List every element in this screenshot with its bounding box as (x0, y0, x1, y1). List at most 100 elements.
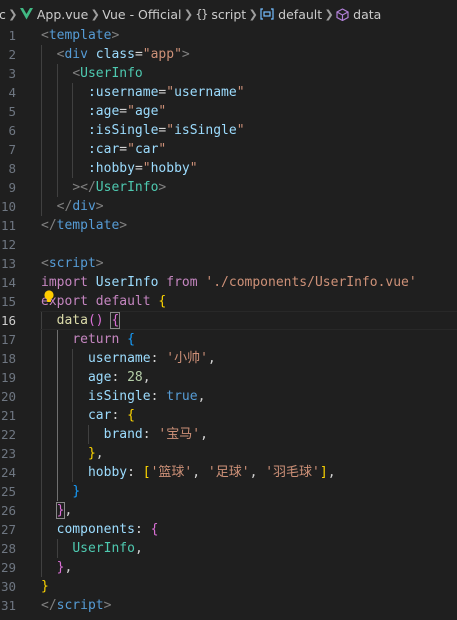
code-text: UserInfo, (41, 539, 142, 558)
code-line[interactable]: 3 <UserInfo (0, 64, 457, 83)
breadcrumb-file[interactable]: App.vue (19, 0, 88, 28)
code-line[interactable]: 28 UserInfo, (0, 539, 457, 558)
code-line[interactable]: 19 age: 28, (0, 368, 457, 387)
line-number: 11 (0, 218, 16, 233)
code-line[interactable]: 5 :age="age" (0, 102, 457, 121)
code-line[interactable]: 22 brand: '宝马', (0, 425, 457, 444)
code-editor[interactable]: c ❯ App.vue ❯ Vue - Official ❯ {} script… (0, 0, 457, 620)
code-token: UserInfo (95, 275, 159, 290)
code-token: } (72, 484, 81, 499)
code-line[interactable]: 26 }, (0, 501, 457, 520)
code-token: './components/UserInfo.vue' (205, 275, 417, 290)
code-line[interactable]: 18 username: '小帅', (0, 349, 457, 368)
line-number: 5 (8, 104, 16, 119)
code-token: hobby (87, 465, 128, 480)
line-number: 8 (8, 161, 16, 176)
code-text: } (41, 577, 49, 596)
code-text: :age="age" (41, 102, 166, 121)
code-line[interactable]: 17 return { (0, 330, 457, 349)
code-token: , (95, 446, 104, 461)
breadcrumb-script[interactable]: {} script (195, 0, 246, 28)
line-number: 17 (0, 332, 16, 347)
code-line[interactable]: 15 export default { (0, 289, 457, 311)
code-text: isSingle: true, (41, 387, 205, 406)
code-text: data() { (41, 311, 121, 330)
code-line[interactable]: 20 isSingle: true, (0, 387, 457, 406)
line-number: 1 (8, 28, 16, 43)
code-token: > (158, 180, 167, 195)
code-token: { (127, 408, 135, 423)
code-line[interactable]: 29 }, (0, 558, 457, 577)
code-line[interactable]: 25 } (0, 482, 457, 501)
code-token: " (127, 142, 135, 157)
code-token: : (134, 522, 151, 537)
code-text: username: '小帅', (41, 349, 216, 368)
code-line[interactable]: 30} (0, 577, 457, 596)
code-line[interactable]: 14 import UserInfo from './components/Use… (0, 273, 457, 292)
code-line[interactable]: 24 hobby: ['篮球', '足球', '羽毛球'], (0, 463, 457, 482)
code-token: " (236, 123, 245, 138)
code-token: class (95, 47, 135, 62)
code-token: [ (142, 465, 151, 480)
code-line[interactable]: 27 components: { (0, 520, 457, 539)
breadcrumb-default-export[interactable]: default (260, 0, 322, 28)
code-text: }, (41, 444, 104, 463)
code-line[interactable]: 6 :isSingle="isSingle" (0, 121, 457, 140)
code-token: , (64, 503, 73, 518)
code-line[interactable]: 4 :username="username" (0, 83, 457, 102)
breadcrumb-script-label: script (211, 6, 247, 22)
code-line[interactable]: 7 :car="car" (0, 140, 457, 159)
code-line[interactable]: 2 <div class="app"> (0, 45, 457, 64)
code-token: : (111, 370, 128, 385)
line-number: 19 (0, 370, 16, 385)
code-text: ></UserInfo> (41, 178, 166, 197)
code-line[interactable]: 23 }, (0, 444, 457, 463)
lightbulb-icon[interactable] (42, 289, 56, 303)
code-text: hobby: ['篮球', '足球', '羽毛球'], (41, 463, 336, 482)
code-line[interactable]: 9 ></UserInfo> (0, 178, 457, 197)
code-line[interactable]: 16 data() { (0, 311, 457, 330)
code-token: UserInfo (72, 541, 135, 556)
code-line[interactable]: 11 </template> (0, 216, 457, 235)
code-line[interactable]: 1 <template> (0, 26, 457, 45)
code-line[interactable]: 12 (0, 235, 457, 254)
breadcrumb-language[interactable]: Vue - Official (102, 0, 181, 28)
line-number: 12 (0, 237, 16, 252)
code-token: > (103, 598, 112, 613)
code-line[interactable]: 10 </div> (0, 197, 457, 216)
code-line[interactable]: 21 car: { (0, 406, 457, 425)
code-line[interactable]: 31 </script> (0, 596, 457, 615)
code-text: </script> (41, 596, 111, 615)
code-token: return (72, 332, 120, 347)
code-token: " (236, 85, 245, 100)
code-text: <UserInfo (41, 64, 143, 83)
code-text: :isSingle="isSingle" (41, 121, 245, 140)
code-token: } (41, 579, 49, 594)
code-text: <div class="app"> (41, 45, 190, 64)
line-number: 20 (0, 389, 16, 404)
code-line[interactable]: 13 <script> (0, 254, 457, 273)
code-text: brand: '宝马', (41, 425, 208, 444)
code-token: age (134, 104, 159, 119)
code-line[interactable]: 8 :hobby="hobby" (0, 159, 457, 178)
code-token: UserInfo (80, 66, 143, 81)
code-token: div (72, 199, 96, 214)
breadcrumb-data-method[interactable]: data (336, 0, 381, 28)
line-number: 26 (0, 503, 16, 518)
code-token: , (142, 370, 151, 385)
code-area[interactable]: 1 <template> 2 <div class="app"> 3 <UserInf… (0, 26, 457, 615)
line-number: 6 (8, 123, 16, 138)
